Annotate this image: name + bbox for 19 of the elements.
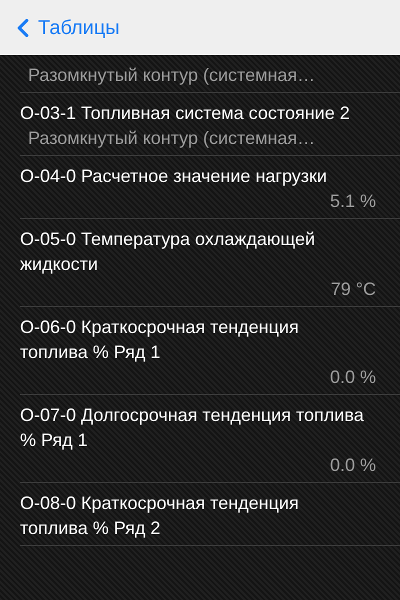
- list-row[interactable]: О-06-0 Краткосрочная тенденция топлива % Ряд 1 0.0 %: [20, 307, 400, 395]
- list-row[interactable]: О-08-0 Краткосрочная тенденция топлива % Ряд 2: [20, 483, 400, 546]
- row-title: О-05-0 Температура охлаждающей жидкости: [20, 228, 316, 276]
- row-detail: Разомкнутый контур (системная…: [28, 64, 316, 87]
- row-value: 79 °C: [330, 278, 376, 301]
- row-value: 0.0 %: [328, 366, 376, 389]
- list-row[interactable]: О-07-0 Долгосрочная тенденция топлива % Ряд 1 0.0 %: [20, 395, 400, 483]
- row-value: 0.0 %: [328, 454, 376, 477]
- row-title: О-04-0 Расчетное значение нагрузки: [20, 165, 328, 188]
- row-title: О-03-1 Топливная система состояние 2: [20, 102, 351, 125]
- list-row[interactable]: О-04-0 Расчетное значение нагрузки 5.1 %: [20, 156, 400, 219]
- list-row[interactable]: Разомкнутый контур (системная…: [20, 55, 400, 93]
- row-title: О-07-0 Долгосрочная тенденция топлива % Ряд 1: [20, 404, 365, 452]
- row-detail: Разомкнутый контур (системная…: [28, 127, 316, 150]
- row-title: О-06-0 Краткосрочная тенденция топлива % Ряд 1: [20, 316, 300, 364]
- row-title: О-08-0 Краткосрочная тенденция топлива % Ряд 2: [20, 492, 300, 540]
- row-value: 5.1 %: [328, 190, 376, 213]
- list-row[interactable]: О-03-1 Топливная система состояние 2 Разомкнутый контур (системная…: [20, 93, 400, 156]
- list-row[interactable]: О-05-0 Температура охлаждающей жидкости 79 °C: [20, 219, 400, 307]
